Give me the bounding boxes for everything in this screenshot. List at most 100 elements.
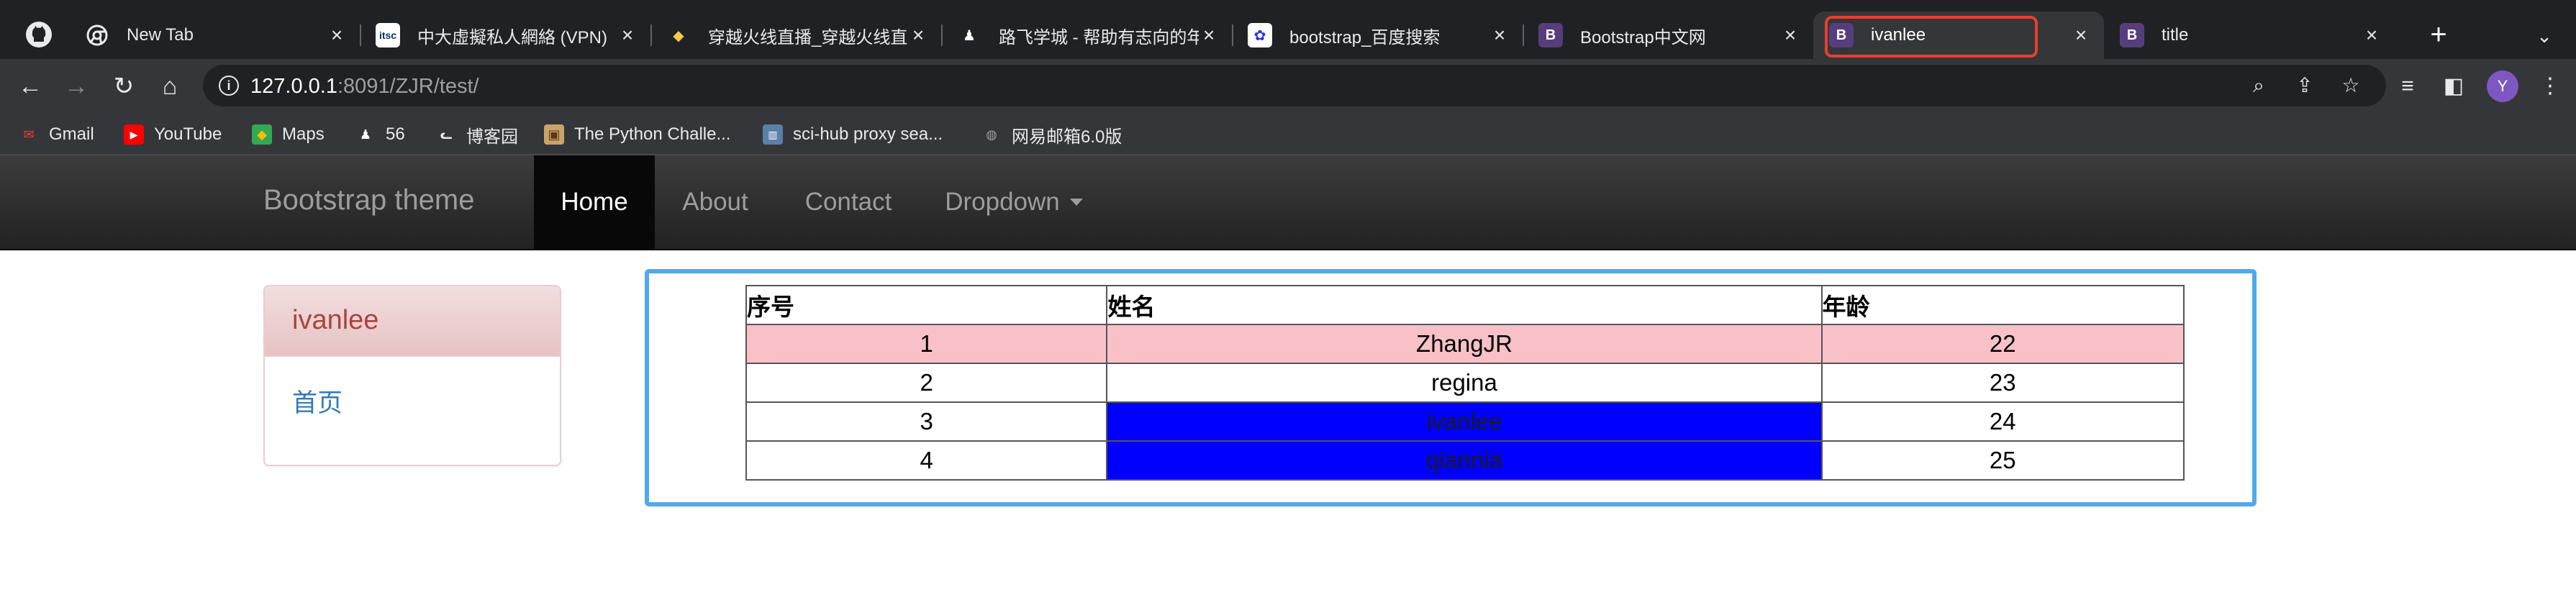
- reload-icon[interactable]: ↻: [108, 71, 140, 102]
- caret-down-icon: [1069, 199, 1083, 206]
- nav-contact[interactable]: Contact: [776, 155, 921, 249]
- site-navbar: Bootstrap theme Home About Contact Dropd…: [0, 155, 2576, 250]
- chevron-down-icon[interactable]: ⌄: [2530, 22, 2559, 50]
- bookmark-label: 博客园: [466, 127, 518, 147]
- home-icon[interactable]: ⌂: [154, 71, 186, 102]
- tab-title: New Tab: [127, 25, 194, 45]
- home-link[interactable]: 首页: [292, 389, 343, 417]
- close-icon[interactable]: ×: [1489, 24, 1510, 47]
- table-header-row: 序号 姓名 年龄: [745, 285, 2185, 325]
- cell-age: 24: [1820, 401, 2185, 442]
- close-icon[interactable]: ×: [1199, 24, 1219, 47]
- navbar-brand[interactable]: Bootstrap theme: [263, 184, 475, 217]
- column-header: 序号: [745, 285, 1108, 325]
- bookmark-youtube[interactable]: ▶ YouTube: [124, 122, 222, 147]
- forward-arrow-icon[interactable]: →: [60, 71, 92, 102]
- tab-title: title: [2162, 25, 2189, 45]
- cnblogs-icon: ᓚ: [440, 127, 453, 142]
- tab-vpn[interactable]: itsc 中大虛擬私人網絡 (VPN) ×: [360, 12, 650, 59]
- column-header: 姓名: [1106, 285, 1823, 325]
- close-icon[interactable]: ×: [327, 24, 347, 47]
- globe-icon: ◍: [986, 127, 997, 142]
- star-icon[interactable]: ☆: [2339, 73, 2363, 98]
- bookmark-label: YouTube: [154, 124, 222, 144]
- tab-luffy[interactable]: ♟ 路飞学城 - 帮助有志向的年 ×: [941, 12, 1232, 59]
- reading-list-icon[interactable]: ≡: [2393, 72, 2422, 101]
- chrome-icon: [85, 23, 109, 47]
- more-menu-icon[interactable]: ⋮: [2536, 72, 2564, 101]
- bookmark-label: sci-hub proxy sea...: [793, 124, 943, 144]
- gmail-icon: ✉: [23, 127, 35, 142]
- bookmark-cnblogs[interactable]: ᓚ 博客园: [436, 122, 518, 147]
- cell-id: 3: [745, 401, 1108, 442]
- tab-baidu[interactable]: ✿ bootstrap_百度搜索 ×: [1232, 12, 1523, 59]
- github-icon[interactable]: [23, 19, 55, 50]
- nav-home[interactable]: Home: [534, 155, 655, 249]
- url-text[interactable]: 127.0.0.1:8091/ZJR/test/: [250, 75, 479, 99]
- bookmark-label: The Python Challe...: [574, 124, 731, 144]
- nav-dropdown[interactable]: Dropdown: [921, 155, 1107, 249]
- address-bar[interactable]: i 127.0.0.1:8091/ZJR/test/ ⌕ ⇪ ☆: [203, 65, 2386, 106]
- bookmarks-bar: ✉ Gmail ▶ YouTube ◆ Maps ♟ 56 ᓚ 博客园 ▣ Th…: [0, 114, 2576, 155]
- bookmark-56[interactable]: ♟ 56: [355, 122, 405, 147]
- cell-name: ZhangJR: [1106, 324, 1823, 364]
- share-icon[interactable]: ⇪: [2292, 73, 2317, 98]
- bookmark-gmail[interactable]: ✉ Gmail: [19, 122, 94, 147]
- avatar[interactable]: Y: [2487, 71, 2518, 102]
- baidu-icon: ✿: [1248, 23, 1272, 47]
- zoom-icon[interactable]: ⌕: [2246, 73, 2271, 98]
- tab-cf-live[interactable]: ◆ 穿越火线直播_穿越火线直 ×: [650, 12, 941, 59]
- tab-bootstrap-cn[interactable]: B Bootstrap中文网 ×: [1523, 12, 1813, 59]
- tab-ivanlee[interactable]: B ivanlee ×: [1813, 12, 2104, 59]
- cell-age: 23: [1820, 363, 2185, 403]
- runner-icon: ♟: [359, 127, 372, 142]
- bookmark-label: 56: [386, 124, 405, 144]
- bookmark-maps[interactable]: ◆ Maps: [252, 122, 325, 147]
- bootstrap-icon: B: [1829, 23, 1854, 47]
- bookmark-scihub[interactable]: ▥ sci-hub proxy sea...: [763, 122, 943, 147]
- info-icon[interactable]: i: [219, 76, 239, 96]
- tab-title-page[interactable]: B title ×: [2104, 12, 2395, 59]
- scihub-icon: ▥: [763, 124, 783, 145]
- bookmark-label: Gmail: [49, 124, 94, 144]
- close-icon[interactable]: ×: [617, 24, 638, 47]
- close-icon[interactable]: ×: [908, 24, 928, 47]
- nav-label: Contact: [804, 188, 892, 216]
- nav-about[interactable]: About: [655, 155, 776, 249]
- tab-title: bootstrap_百度搜索: [1289, 27, 1441, 47]
- youtube-icon: ▶: [124, 124, 144, 145]
- close-icon[interactable]: ×: [2362, 24, 2382, 47]
- bootstrap-icon: B: [2120, 23, 2144, 47]
- data-table: 序号 姓名 年龄 1 ZhangJR 22 2 regina 23 3 ivan…: [745, 285, 2185, 481]
- close-icon[interactable]: ×: [1780, 24, 1800, 47]
- table-row: 3 ivanlee 24: [745, 401, 2185, 442]
- plus-icon[interactable]: +: [2421, 17, 2457, 53]
- bootstrap-icon: B: [1538, 23, 1563, 47]
- close-icon[interactable]: ×: [2071, 24, 2091, 47]
- cell-id: 1: [745, 324, 1108, 364]
- panel-body: 首页: [265, 357, 560, 445]
- bookmark-netease-mail[interactable]: ◍ 网易邮箱6.0版: [981, 122, 1122, 147]
- back-arrow-icon[interactable]: ←: [14, 71, 46, 102]
- table-row: 1 ZhangJR 22: [745, 324, 2185, 364]
- bookmark-label: 网易邮箱6.0版: [1012, 127, 1123, 147]
- cell-name: regina: [1106, 363, 1823, 403]
- tab-new-tab[interactable]: New Tab ×: [69, 12, 360, 59]
- sidebar-panel: ivanlee 首页: [263, 285, 561, 466]
- maps-icon: ◆: [252, 124, 272, 145]
- itsc-icon: itsc: [376, 23, 400, 47]
- python-challenge-icon: ▣: [544, 124, 564, 145]
- cell-name: ivanlee: [1106, 401, 1823, 442]
- cell-name: qiannia: [1106, 440, 1823, 481]
- cell-id: 4: [745, 440, 1108, 481]
- cell-age: 25: [1820, 440, 2185, 481]
- nav-label: Home: [561, 188, 628, 216]
- table-row: 4 qiannia 25: [745, 440, 2185, 481]
- nav-label: Dropdown: [945, 188, 1060, 216]
- bookmark-python-challenge[interactable]: ▣ The Python Challe...: [544, 122, 730, 147]
- cell-age: 22: [1820, 324, 2185, 364]
- side-panel-icon[interactable]: ◧: [2439, 72, 2468, 101]
- tab-title: ivanlee: [1871, 25, 1926, 45]
- nav-label: About: [682, 188, 748, 216]
- tab-title: 路飞学城 - 帮助有志向的年: [999, 27, 1199, 47]
